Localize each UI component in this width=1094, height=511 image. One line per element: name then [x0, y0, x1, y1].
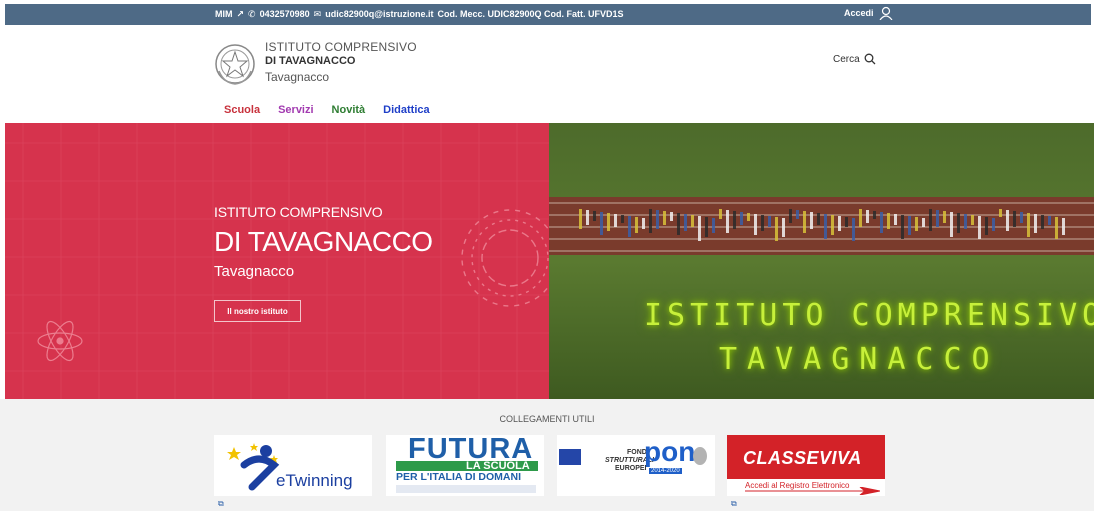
- search-button[interactable]: Cerca: [833, 53, 876, 65]
- nav-item-scuola[interactable]: Scuola: [224, 104, 260, 116]
- search-icon: [864, 53, 876, 65]
- arrow-icon: [745, 487, 880, 495]
- futura-line-3: PER L'ITALIA DI DOMANI: [396, 471, 521, 483]
- pon-banner[interactable]: FONDI STRUTTURALI EUROPEI pon 2014-2020: [557, 435, 715, 496]
- etwinning-label: eTwinning: [276, 471, 353, 490]
- etwinning-banner[interactable]: eTwinning: [214, 435, 372, 496]
- classeviva-banner[interactable]: CLASSEVIVA Accedi al Registro Elettronic…: [727, 435, 885, 496]
- neon-title-2: TAVAGNACCO: [719, 342, 1000, 377]
- futura-logos: [396, 485, 536, 493]
- main-nav: Scuola Servizi Novità Didattica: [224, 104, 430, 116]
- useful-links-section: COLLEGAMENTI UTILI eTwinning FUTURA LA S…: [0, 399, 1094, 511]
- hero-text: ISTITUTO COMPRENSIVO DI TAVAGNACCO Tavag…: [214, 204, 433, 280]
- useful-links-title: COLLEGAMENTI UTILI: [499, 414, 595, 424]
- our-institute-button[interactable]: Il nostro istituto: [214, 300, 301, 322]
- pon-years: 2014-2020: [649, 468, 682, 474]
- classeviva-logo: CLASSEVIVA: [743, 448, 862, 468]
- brand-line-1: ISTITUTO COMPRENSIVO: [265, 40, 417, 54]
- school-codes: Cod. Mecc. UDIC82900Q Cod. Fatt. UFVD1S: [437, 9, 624, 19]
- login-button[interactable]: Accedi: [844, 6, 893, 20]
- brand-line-2: DI TAVAGNACCO: [265, 55, 356, 67]
- brand-line-3: Tavagnacco: [265, 70, 330, 84]
- email-address[interactable]: udic82900q@istruzione.it: [325, 9, 433, 20]
- hero-subtitle: Tavagnacco: [214, 263, 295, 280]
- nav-item-servizi[interactable]: Servizi: [278, 104, 313, 116]
- hero-image: ISTITUTO COMPRENSIVO TAVAGNACCO: [549, 123, 1094, 399]
- neon-title-1: ISTITUTO COMPRENSIVO: [644, 298, 1094, 333]
- user-icon: [879, 6, 892, 20]
- atom-icon: [37, 320, 83, 362]
- site-brand[interactable]: ISTITUTO COMPRENSIVO DI TAVAGNACCO Tavag…: [265, 40, 417, 84]
- italy-emblem-icon: [693, 447, 707, 465]
- external-link-icon[interactable]: ⧉: [731, 499, 737, 509]
- external-link-icon[interactable]: ⧉: [218, 499, 224, 509]
- hero-title: DI TAVAGNACCO: [214, 226, 433, 257]
- phone-icon: ✆: [248, 9, 256, 19]
- top-bar-strip: MIM ↗ ✆ 0432570980 ✉ udic82900q@istruzio…: [5, 4, 1091, 25]
- nav-item-didattica[interactable]: Didattica: [383, 104, 429, 116]
- eu-flag-icon: [559, 449, 581, 465]
- nav-item-novita[interactable]: Novità: [332, 104, 366, 116]
- contact-info: MIM ↗ ✆ 0432570980 ✉ udic82900q@istruzio…: [215, 9, 624, 20]
- search-label: Cerca: [833, 53, 860, 65]
- external-link-icon: ↗: [236, 9, 245, 19]
- pon-line-3: EUROPEI: [615, 465, 647, 472]
- phone-number[interactable]: 0432570980: [260, 9, 310, 20]
- mail-icon: ✉: [313, 9, 322, 19]
- top-bar: MIM ↗ ✆ 0432570980 ✉ udic82900q@istruzio…: [0, 0, 1094, 27]
- hero-pretitle: ISTITUTO COMPRENSIVO: [214, 204, 383, 220]
- hero-panel: ISTITUTO COMPRENSIVO DI TAVAGNACCO Tavag…: [5, 123, 549, 399]
- futura-banner[interactable]: FUTURA LA SCUOLA PER L'ITALIA DI DOMANI: [386, 435, 544, 496]
- pon-logo: pon: [644, 436, 696, 467]
- login-label: Accedi: [844, 8, 874, 18]
- republic-emblem-icon[interactable]: [214, 41, 256, 87]
- mim-link[interactable]: MIM: [215, 9, 233, 20]
- site-header: ISTITUTO COMPRENSIVO DI TAVAGNACCO Tavag…: [0, 27, 1094, 123]
- hero-section: ISTITUTO COMPRENSIVO DI TAVAGNACCO Tavag…: [5, 123, 1094, 399]
